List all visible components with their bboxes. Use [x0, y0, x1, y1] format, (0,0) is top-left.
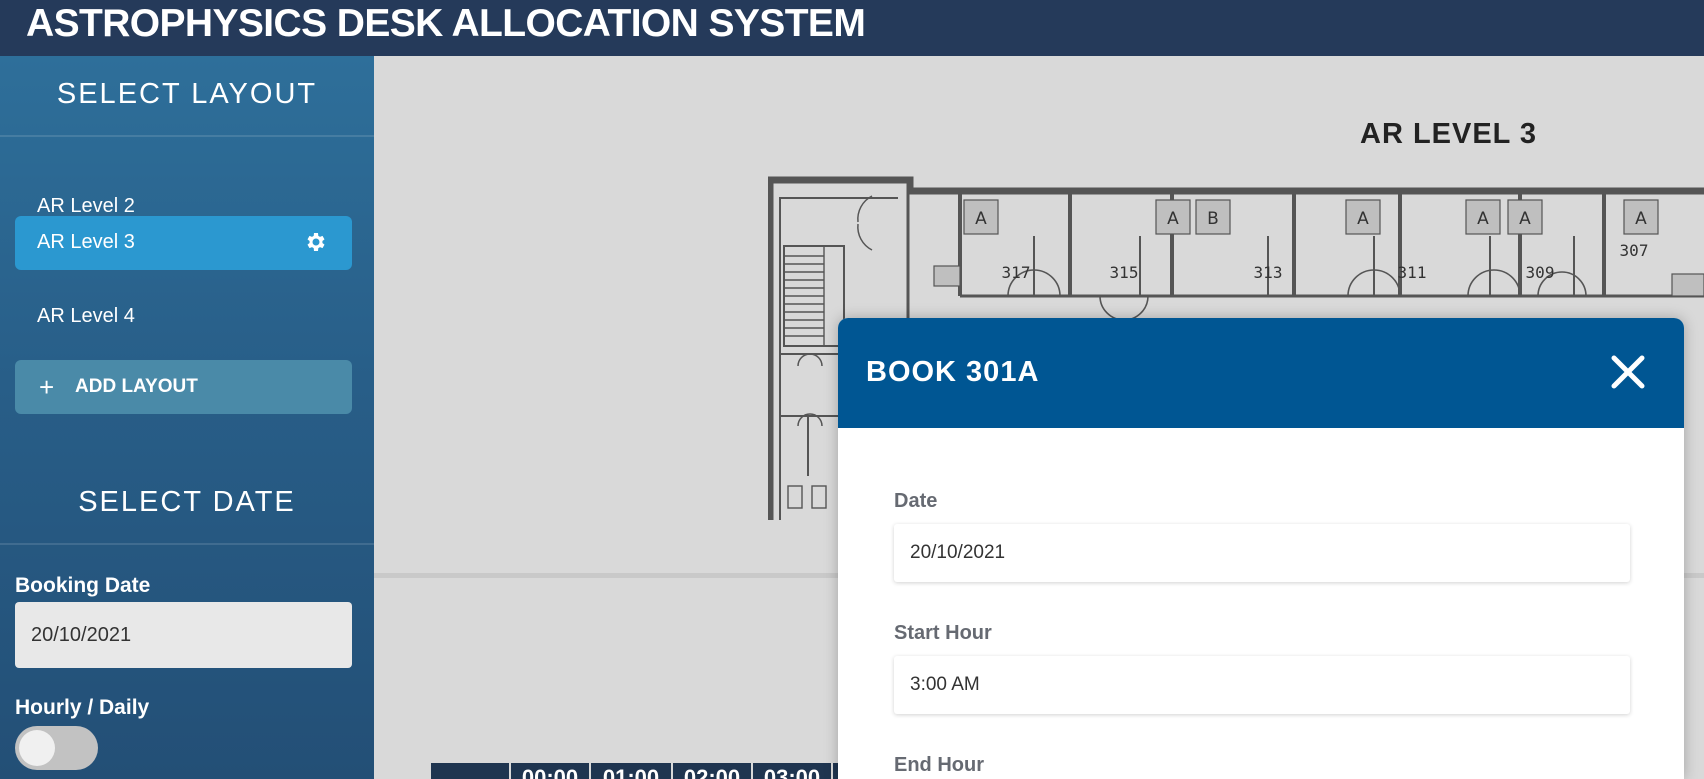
plus-icon: +	[39, 372, 55, 402]
timeline-cell: 00:00	[511, 763, 591, 779]
close-icon[interactable]	[1608, 352, 1648, 392]
add-layout-label: ADD LAYOUT	[75, 376, 198, 397]
add-layout-button[interactable]: + ADD LAYOUT	[15, 360, 352, 414]
timeline-header: 00:00 01:00 02:00 03:00	[431, 763, 853, 779]
hourly-daily-label: Hourly / Daily	[15, 696, 150, 719]
room-label: 307	[1620, 241, 1649, 260]
timeline-cell	[431, 763, 511, 779]
sidebar-item-label: AR Level 3	[37, 231, 135, 253]
date-input[interactable]	[894, 524, 1630, 582]
app-title: ASTROPHYSICS DESK ALLOCATION SYSTEM	[26, 2, 866, 45]
sidebar-item-ar-level-4[interactable]: AR Level 4	[15, 290, 352, 344]
room-label: 315	[1110, 263, 1139, 282]
timeline-cell: 02:00	[673, 763, 753, 779]
room-label: 311	[1398, 263, 1427, 282]
desk-label: A	[1519, 209, 1531, 229]
sidebar: SELECT LAYOUT AR Level 2 AR Level 3 AR L…	[0, 56, 374, 779]
sidebar-item-ar-level-3[interactable]: AR Level 3	[15, 216, 352, 270]
end-hour-label: End Hour	[894, 754, 984, 776]
desk-label: A	[1635, 209, 1647, 229]
modal-header: BOOK 301A	[838, 318, 1684, 428]
layout-title: AR LEVEL 3	[1360, 118, 1538, 150]
divider	[0, 543, 374, 545]
desk-label: B	[1207, 209, 1219, 229]
booking-date-input[interactable]	[15, 602, 352, 668]
toggle-knob	[19, 730, 55, 766]
modal-title: BOOK 301A	[866, 356, 1040, 388]
sidebar-item-label: AR Level 2	[37, 195, 135, 217]
sidebar-item-label: AR Level 4	[37, 305, 135, 327]
start-hour-input[interactable]	[894, 656, 1630, 714]
timeline-cell: 03:00	[753, 763, 833, 779]
room-label: 313	[1254, 263, 1283, 282]
desk-label: A	[1357, 209, 1369, 229]
start-hour-label: Start Hour	[894, 622, 992, 644]
desk-label: A	[1477, 209, 1489, 229]
gear-icon[interactable]	[304, 230, 328, 254]
room-label: 309	[1526, 263, 1555, 282]
divider	[0, 135, 374, 137]
desk-label: A	[975, 209, 987, 229]
booking-modal: BOOK 301A Date Start Hour End Hour	[838, 318, 1684, 779]
booking-date-label: Booking Date	[15, 574, 151, 597]
select-date-heading: SELECT DATE	[78, 486, 296, 518]
date-label: Date	[894, 490, 938, 512]
timeline-cell: 01:00	[591, 763, 673, 779]
app-header: ASTROPHYSICS DESK ALLOCATION SYSTEM	[0, 0, 1704, 56]
select-layout-heading: SELECT LAYOUT	[56, 78, 318, 110]
room-label: 317	[1002, 263, 1031, 282]
desk-label: A	[1167, 209, 1179, 229]
hourly-daily-toggle[interactable]	[15, 726, 98, 770]
